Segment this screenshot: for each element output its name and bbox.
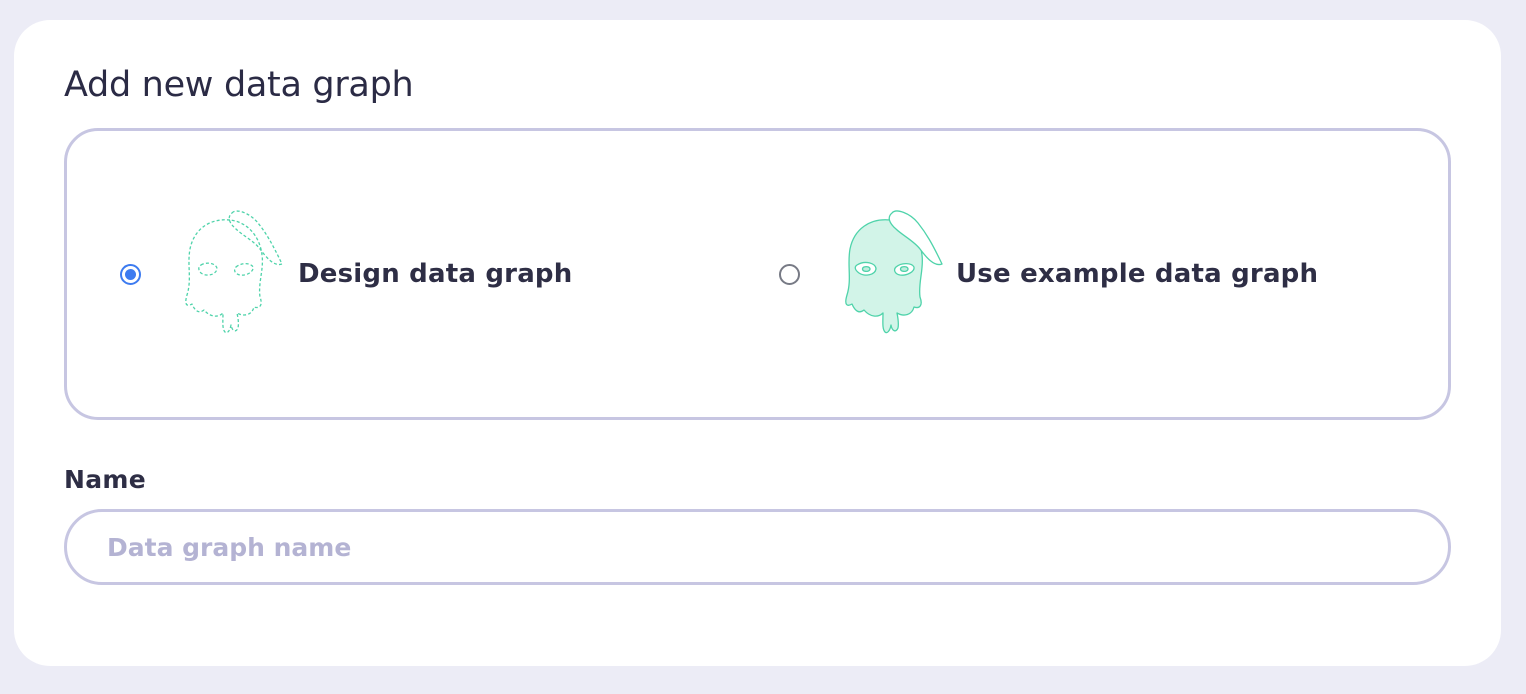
use-example-data-graph-label: Use example data graph xyxy=(956,259,1319,289)
dashed-outline-mascot-icon xyxy=(185,210,283,334)
design-data-graph-label: Design data graph xyxy=(298,259,573,289)
design-radio-button[interactable] xyxy=(120,263,141,285)
example-radio-button[interactable] xyxy=(779,263,800,285)
data-graph-name-input[interactable] xyxy=(64,509,1451,585)
option-use-example-data-graph[interactable]: Use example data graph xyxy=(779,131,1318,417)
add-data-graph-dialog: Add new data graph Design data graph Use… xyxy=(14,20,1501,666)
dialog-title: Add new data graph xyxy=(64,65,414,105)
option-design-data-graph[interactable]: Design data graph xyxy=(120,131,572,417)
data-graph-type-selector: Design data graph Use example data graph xyxy=(64,128,1451,420)
filled-mascot-icon xyxy=(845,210,943,334)
name-field-label: Name xyxy=(64,465,146,494)
